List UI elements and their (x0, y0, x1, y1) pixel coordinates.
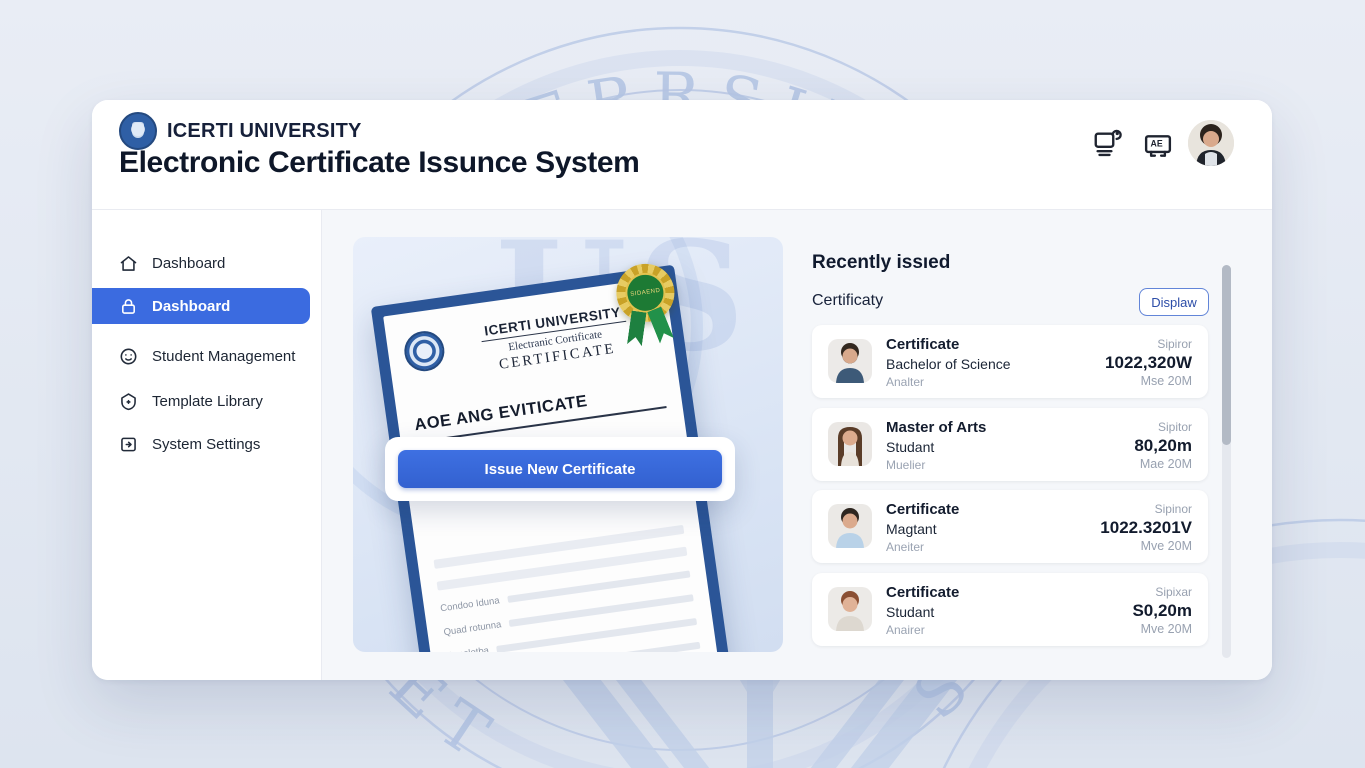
id-card-icon[interactable]: AE (1143, 130, 1173, 160)
university-name: ICERTI UNIVERSITY (167, 120, 362, 143)
item-meta: Mve 20M (1132, 621, 1192, 638)
item-title: Master of Arts (886, 418, 986, 438)
item-subtitle: Bachelor of Science (886, 355, 1011, 374)
student-avatar (828, 504, 872, 548)
item-student-name: Anairer (886, 622, 959, 639)
item-value: 1022,320W (1105, 352, 1192, 373)
form-label: Suoslotba (446, 645, 489, 652)
item-subtitle: Magtant (886, 520, 959, 539)
student-avatar (828, 587, 872, 631)
issue-new-certificate-button[interactable]: Issue New Certificate (398, 450, 722, 488)
scrollbar-thumb[interactable] (1222, 265, 1231, 445)
svg-text:AE: AE (1151, 138, 1163, 148)
item-subtitle: Studant (886, 438, 986, 457)
display-button[interactable]: Displaw (1139, 288, 1209, 316)
item-value: S0,20m (1132, 600, 1192, 621)
certificate-form-fields: Condoo Iduna Quad rotunna Suoslotba Usul… (434, 525, 701, 652)
item-title: Certificate (886, 583, 959, 603)
item-subtitle: Studant (886, 603, 959, 622)
item-student-name: Aneiter (886, 539, 959, 556)
item-tag: Sipixar (1132, 584, 1192, 600)
item-title: Certificate (886, 335, 1011, 355)
sidebar-item-label: Student Management (152, 348, 295, 365)
item-student-name: Analter (886, 374, 1011, 391)
sidebar-item-dashboard-2[interactable]: Dashboard (92, 288, 310, 324)
student-avatar (828, 339, 872, 383)
item-tag: Sipinor (1100, 501, 1192, 517)
page: UNIVERRSITY SICET SITY ICERTI UNIVERSITY… (0, 0, 1365, 768)
scrollbar-track[interactable] (1222, 265, 1231, 658)
item-meta: Mse 20M (1105, 373, 1192, 390)
student-avatar (828, 422, 872, 466)
header: ICERTI UNIVERSITY Electronic Certificate… (92, 100, 1272, 210)
sidebar-item-label: Template Library (152, 393, 263, 410)
item-student-name: Muelier (886, 457, 986, 474)
form-label: Condoo Iduna (440, 595, 501, 614)
item-meta: Mae 20M (1134, 456, 1192, 473)
template-icon (118, 391, 139, 412)
certificate-list-item[interactable]: Master of Arts Studant Muelier Sipitor 8… (812, 408, 1208, 481)
recently-issued-title: Recently issıed (812, 252, 950, 274)
home-icon (118, 253, 139, 274)
sidebar-item-dashboard-1[interactable]: Dashboard (92, 245, 310, 281)
monitor-sync-icon[interactable] (1092, 128, 1122, 158)
lock-icon (118, 296, 139, 317)
sidebar-item-label: Dashboard (152, 255, 225, 272)
sidebar-item-template-library[interactable]: Template Library (92, 383, 310, 419)
certificate-list-item[interactable]: Certificate Studant Anairer Sipixar S0,2… (812, 573, 1208, 646)
university-logo (119, 112, 157, 150)
app-window: ICERTI UNIVERSITY Electronic Certificate… (92, 100, 1272, 680)
page-title: Electronic Certificate Issunce System (119, 146, 639, 180)
rosette-text: SIDAEND (630, 288, 661, 298)
certificate-list-item[interactable]: Certificate Bachelor of Science Analter … (812, 325, 1208, 398)
sidebar-item-student-management[interactable]: Student Management (92, 338, 310, 374)
item-tag: Sipitor (1134, 419, 1192, 435)
student-icon (118, 346, 139, 367)
certificate-list-subtitle: Certificaty (812, 292, 883, 310)
item-value: 1022.3201V (1100, 517, 1192, 538)
sidebar-item-label: Dashboard (152, 298, 230, 315)
form-label: Quad rotunna (443, 619, 502, 638)
certificate-banner-text: AOE ANG EVITICATE (413, 381, 666, 443)
item-title: Certificate (886, 500, 959, 520)
item-meta: Mve 20M (1100, 538, 1192, 555)
certificate-seal-icon (402, 329, 447, 374)
sidebar: Dashboard Dashboard Student Management (92, 210, 322, 680)
sidebar-item-label: System Settings (152, 436, 260, 453)
user-avatar[interactable] (1188, 120, 1234, 166)
issue-certificate-card: Issue New Certificate (385, 437, 735, 501)
item-tag: Sipiror (1105, 336, 1192, 352)
settings-icon (118, 434, 139, 455)
certificate-list-item[interactable]: Certificate Magtant Aneiter Sipinor 1022… (812, 490, 1208, 563)
item-value: 80,20m (1134, 435, 1192, 456)
sidebar-item-system-settings[interactable]: System Settings (92, 426, 310, 462)
certificate-preview-panel: US ICERTI UNIVERSITY Electranic Cortific… (353, 237, 783, 652)
